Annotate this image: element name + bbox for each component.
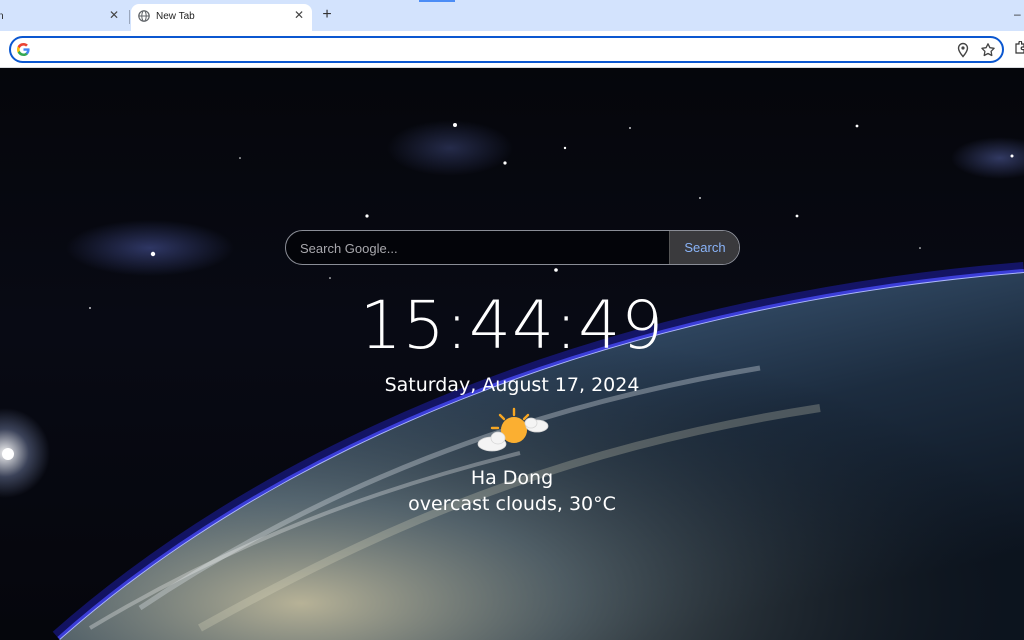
address-bar[interactable] xyxy=(9,36,1004,63)
omnibox-input[interactable] xyxy=(37,41,931,60)
weather-description: overcast clouds, 30°C xyxy=(408,493,616,515)
weather-city: Ha Dong xyxy=(470,467,554,489)
current-date: Saturday, August 17, 2024 xyxy=(384,374,640,396)
google-search-form: Search xyxy=(285,230,740,265)
google-g-icon xyxy=(17,43,30,56)
tab-new-tab[interactable]: New Tab ✕ xyxy=(131,4,312,31)
search-input[interactable] xyxy=(298,231,672,264)
minimize-icon[interactable]: – xyxy=(1014,7,1021,21)
tab-close-icon[interactable]: ✕ xyxy=(107,8,121,22)
location-pin-icon[interactable] xyxy=(956,42,970,58)
tab-inactive[interactable]: n ✕ xyxy=(0,4,128,31)
new-tab-button[interactable]: + xyxy=(319,7,335,23)
bookmark-star-icon[interactable] xyxy=(980,42,996,58)
browser-toolbar xyxy=(0,31,1024,68)
new-tab-page: Search 15:44:49 Saturday, August 17, 202… xyxy=(0,68,1024,640)
sun-behind-cloud-icon xyxy=(477,407,549,452)
tab-strip-accent xyxy=(419,0,455,2)
clock-time: 15:44:49 xyxy=(359,287,665,364)
search-button[interactable]: Search xyxy=(669,231,739,264)
globe-icon xyxy=(138,10,150,22)
tab-title: New Tab xyxy=(156,11,195,22)
tab-strip: n ✕ New Tab ✕ + – xyxy=(0,0,1024,31)
extensions-icon[interactable] xyxy=(1014,41,1024,55)
tab-separator xyxy=(129,10,130,24)
tab-title: n xyxy=(0,11,4,22)
tab-close-icon[interactable]: ✕ xyxy=(292,8,306,22)
